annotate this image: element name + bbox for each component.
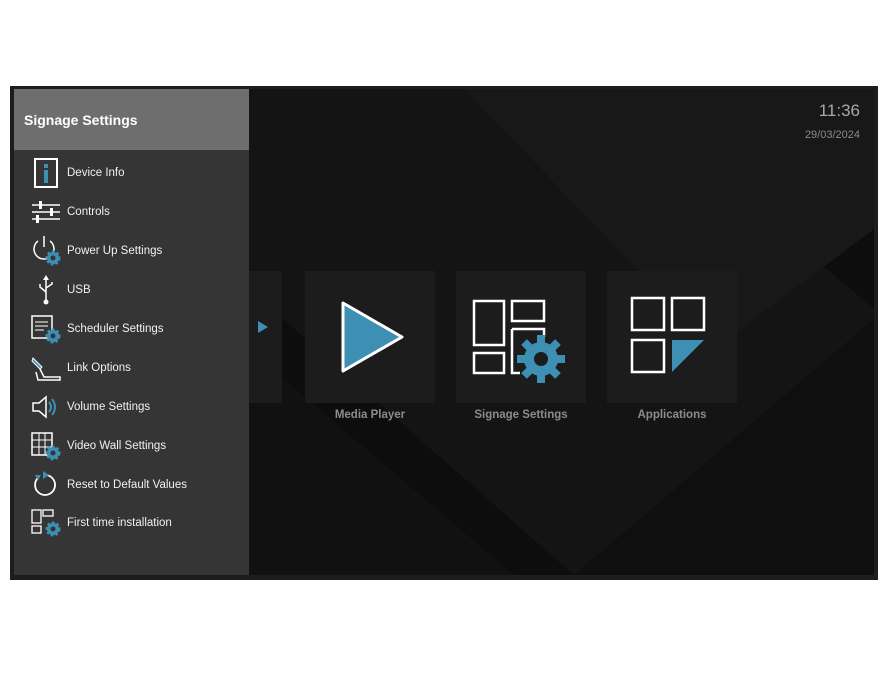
menu-label: Power Up Settings — [67, 245, 163, 258]
reset-icon — [30, 469, 62, 501]
menu-item-scheduler-settings[interactable]: Scheduler Settings — [14, 310, 249, 349]
signage-settings-tile[interactable] — [456, 271, 586, 403]
menu-item-controls[interactable]: Controls — [14, 193, 249, 232]
speaker-icon — [30, 391, 62, 423]
clock-time: 11:36 — [818, 101, 860, 120]
menu-item-device-info[interactable]: Device Info — [14, 154, 249, 193]
menu-label: First time installation — [67, 517, 172, 530]
menu-label: Link Options — [67, 361, 131, 374]
signage-settings-sidebar: Signage Settings Device Info Controls Po… — [14, 89, 249, 575]
menu-item-usb[interactable]: USB — [14, 271, 249, 310]
applications-label: Applications — [637, 409, 707, 421]
menu-label: Scheduler Settings — [67, 323, 164, 335]
applications-tile[interactable] — [607, 271, 737, 403]
applications-icon — [630, 296, 706, 374]
status-clock: 11:36 29/03/2024 — [805, 101, 860, 141]
usb-icon — [30, 274, 62, 306]
menu-label: Controls — [67, 206, 110, 219]
power-gear-icon — [30, 235, 62, 267]
media-player-tile[interactable] — [305, 271, 435, 403]
menu-item-link-options[interactable]: Link Options — [14, 348, 249, 387]
menu-item-power-up-settings[interactable]: Power Up Settings — [14, 232, 249, 271]
sidebar-title: Signage Settings — [24, 111, 138, 128]
link-icon — [30, 352, 62, 384]
videowall-gear-icon — [30, 430, 62, 462]
sidebar-header: Signage Settings — [14, 89, 249, 150]
menu-label: Volume Settings — [67, 400, 151, 413]
menu-label: Reset to Default Values — [67, 478, 187, 491]
menu-label: Video Wall Settings — [67, 439, 167, 452]
menu-label: Device Info — [67, 167, 125, 180]
clock-date: 29/03/2024 — [804, 129, 860, 141]
scheduler-gear-icon — [30, 313, 62, 345]
info-icon — [30, 157, 62, 189]
menu-item-first-time-installation[interactable]: First time installation — [14, 504, 249, 543]
play-icon — [341, 301, 404, 373]
signage-settings-icon — [472, 299, 565, 383]
menu-item-video-wall-settings[interactable]: Video Wall Settings — [14, 426, 249, 465]
install-gear-icon — [30, 507, 62, 539]
menu-item-reset-default[interactable]: Reset to Default Values — [14, 465, 249, 504]
media-player-label: Media Player — [334, 409, 406, 421]
menu-label: USB — [67, 284, 91, 297]
signage-settings-label: Signage Settings — [474, 409, 568, 421]
menu-item-volume-settings[interactable]: Volume Settings — [14, 387, 249, 426]
sliders-icon — [30, 196, 62, 228]
settings-menu: Device Info Controls Power Up Settings U… — [14, 150, 249, 543]
